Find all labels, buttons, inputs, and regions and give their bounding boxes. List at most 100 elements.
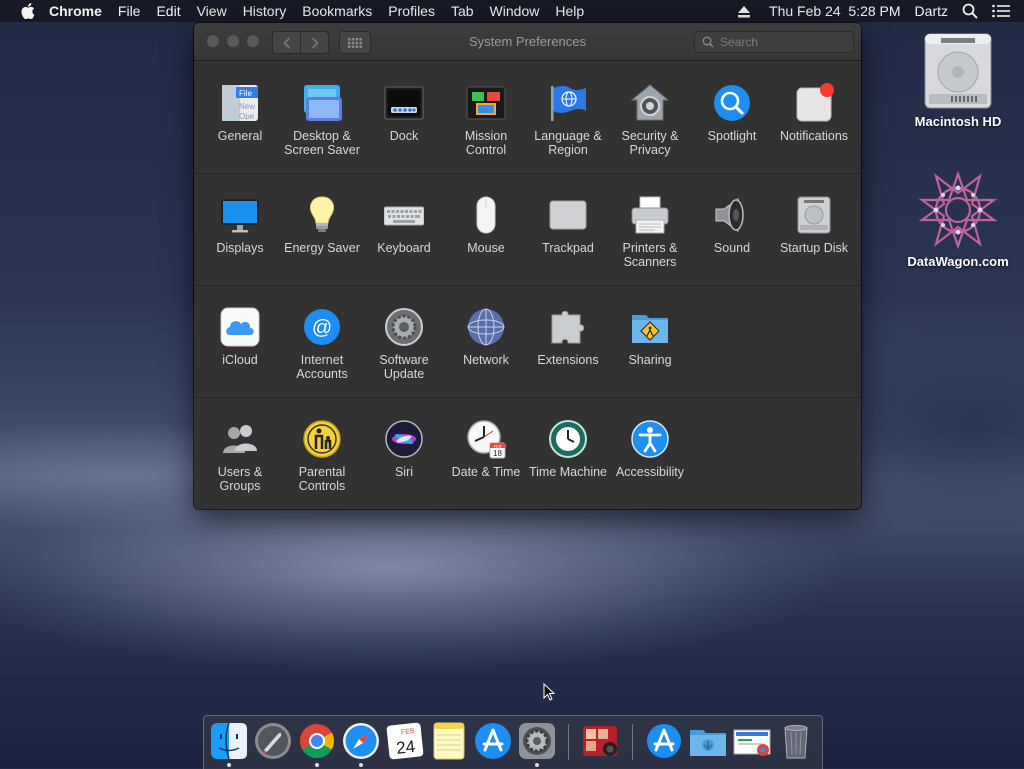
mission-control-icon bbox=[466, 83, 506, 123]
pref-sharing[interactable]: Sharing bbox=[609, 307, 691, 367]
pref-label: Siri bbox=[394, 465, 414, 479]
pref-parental-controls[interactable]: Parental Controls bbox=[281, 419, 363, 493]
menu-profiles[interactable]: Profiles bbox=[388, 3, 435, 19]
menu-file[interactable]: File bbox=[118, 3, 141, 19]
sharing-folder-icon bbox=[630, 307, 670, 347]
menubar-user[interactable]: Dartz bbox=[915, 3, 948, 19]
dock-calendar-day: 24 bbox=[395, 737, 416, 758]
pref-label: Notifications bbox=[779, 129, 849, 143]
search-input[interactable] bbox=[720, 35, 850, 49]
accessibility-icon bbox=[630, 419, 670, 459]
pref-accessibility[interactable]: Accessibility bbox=[609, 419, 691, 479]
pref-mouse[interactable]: Mouse bbox=[445, 195, 527, 255]
clock-calendar-icon: FEB 18 bbox=[466, 419, 506, 459]
apple-menu-icon[interactable] bbox=[20, 3, 36, 19]
general-icon-file: File bbox=[239, 89, 252, 98]
menu-view[interactable]: View bbox=[197, 3, 227, 19]
pref-users-groups[interactable]: Users & Groups bbox=[199, 419, 281, 493]
pref-keyboard[interactable]: Keyboard bbox=[363, 195, 445, 255]
dock-app-store[interactable] bbox=[474, 722, 512, 760]
dock-chrome[interactable] bbox=[298, 722, 336, 767]
pref-general[interactable]: File New Ope General bbox=[199, 83, 281, 143]
spotlight-search-icon[interactable] bbox=[962, 3, 978, 19]
chrome-icon bbox=[300, 724, 334, 758]
pref-label: Spotlight bbox=[707, 129, 757, 143]
menu-edit[interactable]: Edit bbox=[156, 3, 180, 19]
desktop-icon-macintosh-hd[interactable]: Macintosh HD bbox=[903, 32, 1013, 129]
dock-calendar[interactable]: FEB 24 bbox=[386, 722, 424, 760]
pref-software-update[interactable]: Software Update bbox=[363, 307, 445, 381]
pref-energy-saver[interactable]: Energy Saver bbox=[281, 195, 363, 255]
safari-icon bbox=[343, 723, 379, 759]
pref-label: Mission Control bbox=[464, 129, 508, 157]
notifications-icon bbox=[794, 83, 834, 123]
notes-icon bbox=[433, 722, 465, 760]
dock: FEB 24 bbox=[203, 715, 823, 769]
pref-label: Startup Disk bbox=[779, 241, 849, 255]
dock-finder[interactable] bbox=[210, 722, 248, 767]
siri-icon bbox=[384, 419, 424, 459]
dock-launchpad[interactable] bbox=[254, 722, 292, 760]
dock-photo-booth[interactable] bbox=[581, 722, 619, 760]
eject-icon[interactable] bbox=[737, 5, 751, 18]
users-icon bbox=[220, 419, 260, 459]
system-preferences-window: System Preferences File New Ope General bbox=[194, 23, 861, 509]
dock-notes[interactable] bbox=[430, 722, 468, 760]
svg-text:@: @ bbox=[312, 317, 332, 339]
pref-dock[interactable]: Dock bbox=[363, 83, 445, 143]
general-icon: File New Ope bbox=[220, 83, 260, 123]
dock-applications-folder[interactable] bbox=[645, 722, 683, 760]
menu-help[interactable]: Help bbox=[555, 3, 584, 19]
menubar-clock[interactable]: Thu Feb 24 5:28 PM bbox=[769, 3, 901, 19]
dock-safari[interactable] bbox=[342, 722, 380, 767]
pref-mission-control[interactable]: Mission Control bbox=[445, 83, 527, 157]
pref-label: iCloud bbox=[222, 353, 258, 367]
pref-label: Internet Accounts bbox=[296, 353, 348, 381]
pref-label: Mouse bbox=[467, 241, 505, 255]
puzzle-piece-icon bbox=[548, 307, 588, 347]
pref-security-privacy[interactable]: Security & Privacy bbox=[609, 83, 691, 157]
pref-label: Sound bbox=[713, 241, 751, 255]
pref-internet-accounts[interactable]: @ Internet Accounts bbox=[281, 307, 363, 381]
pref-label: Time Machine bbox=[528, 465, 608, 479]
dock-trash[interactable] bbox=[777, 722, 815, 760]
desktop-icon-label: DataWagon.com bbox=[907, 254, 1009, 269]
running-indicator bbox=[315, 763, 319, 767]
menu-window[interactable]: Window bbox=[490, 3, 540, 19]
menu-app-name[interactable]: Chrome bbox=[49, 3, 102, 19]
pref-extensions[interactable]: Extensions bbox=[527, 307, 609, 367]
preferences-search[interactable] bbox=[694, 31, 854, 53]
running-indicator bbox=[227, 763, 231, 767]
pref-desktop-screen-saver[interactable]: Desktop & Screen Saver bbox=[281, 83, 363, 157]
keyboard-icon bbox=[383, 195, 425, 235]
date-icon-day: 18 bbox=[493, 449, 502, 458]
dock-downloads-folder[interactable] bbox=[689, 722, 727, 760]
menu-bookmarks[interactable]: Bookmarks bbox=[302, 3, 372, 19]
pref-date-time[interactable]: FEB 18 Date & Time bbox=[445, 419, 527, 479]
pref-sound[interactable]: Sound bbox=[691, 195, 773, 255]
calendar-icon: FEB 24 bbox=[386, 722, 424, 760]
pref-siri[interactable]: Siri bbox=[363, 419, 445, 479]
pref-spotlight[interactable]: Spotlight bbox=[691, 83, 773, 143]
mouse-icon bbox=[466, 195, 506, 235]
notification-center-icon[interactable] bbox=[992, 4, 1010, 18]
pref-notifications[interactable]: Notifications bbox=[773, 83, 855, 143]
pref-language-region[interactable]: Language & Region bbox=[527, 83, 609, 157]
pref-startup-disk[interactable]: Startup Disk bbox=[773, 195, 855, 255]
desktop-icon-datawagon[interactable]: DataWagon.com bbox=[903, 170, 1013, 269]
pref-displays[interactable]: Displays bbox=[199, 195, 281, 255]
menu-history[interactable]: History bbox=[243, 3, 287, 19]
pref-time-machine[interactable]: Time Machine bbox=[527, 419, 609, 479]
dock-system-preferences[interactable] bbox=[518, 722, 556, 767]
pref-printers-scanners[interactable]: Printers & Scanners bbox=[609, 195, 691, 269]
dock-document-stack[interactable] bbox=[733, 722, 771, 760]
pref-trackpad[interactable]: Trackpad bbox=[527, 195, 609, 255]
pref-icloud[interactable]: iCloud bbox=[199, 307, 281, 367]
pref-network[interactable]: Network bbox=[445, 307, 527, 367]
dock-icon bbox=[384, 83, 424, 123]
pref-label: Parental Controls bbox=[298, 465, 346, 493]
at-sign-icon: @ bbox=[302, 307, 342, 347]
dock-separator bbox=[568, 724, 569, 760]
icloud-icon bbox=[220, 307, 260, 347]
menu-tab[interactable]: Tab bbox=[451, 3, 474, 19]
